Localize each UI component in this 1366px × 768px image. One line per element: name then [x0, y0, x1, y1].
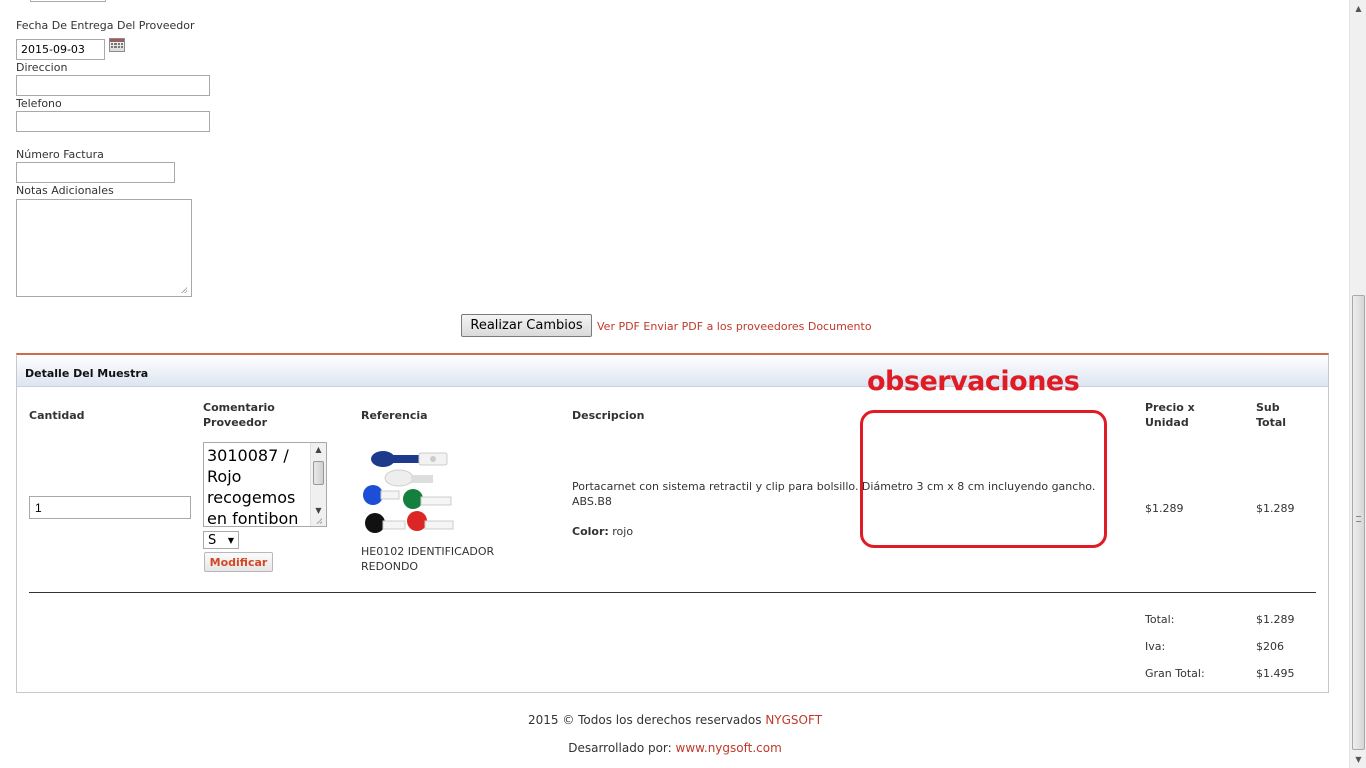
header-sub-line1: Sub [1256, 401, 1280, 414]
page-scroll-down-icon[interactable]: ▼ [1350, 751, 1366, 768]
footer-copyright: 2015 © Todos los derechos reservados NYG… [0, 713, 1350, 727]
fecha-entrega-input[interactable] [16, 39, 105, 60]
telefono-label: Telefono [16, 97, 62, 110]
gran-total-label: Gran Total: [1145, 667, 1205, 680]
numero-factura-input[interactable] [16, 162, 175, 183]
chevron-down-icon: ▼ [227, 535, 234, 545]
color-label: Color: [572, 525, 609, 538]
header-sub-line2: Total [1256, 416, 1287, 429]
developer-link[interactable]: www.nygsoft.com [676, 741, 782, 755]
scroll-up-icon[interactable]: ▲ [311, 443, 326, 457]
totals-separator [29, 592, 1316, 593]
color-value: rojo [612, 525, 634, 538]
fecha-entrega-field [16, 37, 125, 60]
comentario-scrollbar[interactable]: ▲ ▼ [310, 443, 326, 526]
header-comentario-line1: Comentario [203, 401, 275, 414]
page-scroll-up-icon[interactable]: ▲ [1350, 0, 1366, 17]
gran-total-value: $1.495 [1256, 667, 1295, 680]
header-precio-unidad: Precio x Unidad [1145, 400, 1195, 430]
header-comentario-line2: Proveedor [203, 416, 267, 429]
fecha-entrega-label: Fecha De Entrega Del Proveedor [16, 19, 195, 32]
developer-label: Desarrollado por: [568, 741, 672, 755]
header-precio-line2: Unidad [1145, 416, 1189, 429]
direccion-input[interactable] [16, 75, 210, 96]
cantidad-input[interactable] [29, 496, 191, 519]
copyright-text: 2015 © Todos los derechos reservados [527, 713, 762, 727]
referencia-code: HE0102 IDENTIFICADOR [361, 545, 495, 558]
previous-input-stub[interactable] [30, 0, 106, 2]
total-label: Total: [1145, 613, 1175, 626]
documento-link[interactable]: Documento [808, 320, 872, 333]
comentario-text: 3010087 / Rojo recogemos en fontibon [207, 446, 299, 527]
product-image [361, 443, 461, 543]
numero-factura-label: Número Factura [16, 148, 104, 161]
referencia-code-line2: REDONDO [361, 560, 419, 573]
talla-select-value: S [208, 532, 217, 548]
scroll-grip-icon [1356, 516, 1361, 522]
enviar-pdf-link[interactable]: Enviar PDF a los proveedores [643, 320, 804, 333]
scroll-thumb[interactable] [313, 461, 324, 485]
telefono-input[interactable] [16, 111, 210, 132]
comentario-textarea[interactable]: 3010087 / Rojo recogemos en fontibon ▲ ▼ [203, 442, 327, 527]
modificar-button[interactable]: Modificar [204, 552, 273, 572]
notas-adicionales-label: Notas Adicionales [16, 184, 114, 197]
header-sub-total: Sub Total [1256, 400, 1286, 430]
footer-developer: Desarrollado por: www.nygsoft.com [0, 741, 1350, 755]
page-scroll-thumb[interactable] [1352, 295, 1365, 750]
talla-select[interactable]: S ▼ [203, 531, 239, 549]
iva-value: $206 [1256, 640, 1284, 653]
precio-unidad-value: $1.289 [1145, 502, 1184, 515]
comentario-resize-grip-icon[interactable] [316, 518, 322, 524]
realizar-cambios-button[interactable]: Realizar Cambios [461, 314, 592, 337]
ver-pdf-link[interactable]: Ver PDF [597, 320, 640, 333]
annotation-highlight-box [860, 410, 1107, 548]
header-referencia: Referencia [361, 409, 428, 422]
header-comentario: Comentario Proveedor [203, 400, 275, 430]
total-value: $1.289 [1256, 613, 1295, 626]
header-cantidad: Cantidad [29, 409, 85, 422]
scroll-down-icon[interactable]: ▼ [311, 504, 326, 518]
referencia-text: HE0102 IDENTIFICADOR REDONDO [361, 544, 494, 574]
resize-grip-icon[interactable] [181, 287, 187, 293]
header-precio-line1: Precio x [1145, 401, 1195, 414]
annotation-label: observaciones [867, 366, 1080, 397]
iva-label: Iva: [1145, 640, 1166, 653]
document-links: Ver PDF Enviar PDF a los proveedores Doc… [597, 320, 872, 333]
direccion-label: Direccion [16, 61, 68, 74]
subtotal-value: $1.289 [1256, 502, 1295, 515]
calendar-icon[interactable] [109, 37, 125, 52]
page-scrollbar[interactable]: ▲ ▼ [1349, 0, 1366, 768]
header-descripcion: Descripcion [572, 409, 645, 422]
notas-adicionales-textarea[interactable] [16, 199, 192, 297]
panel-title: Detalle Del Muestra [17, 355, 1328, 387]
brand-link[interactable]: NYGSOFT [765, 713, 822, 727]
